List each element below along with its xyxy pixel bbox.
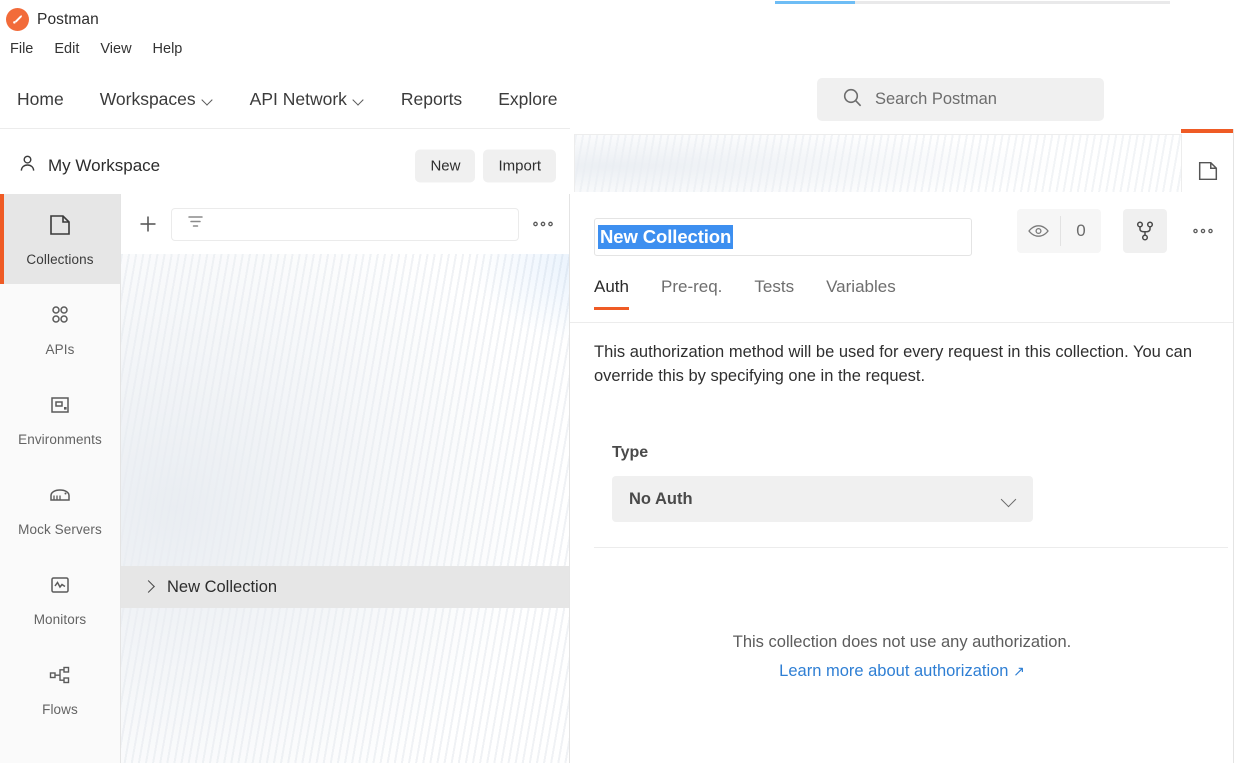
collections-list: New Collection [121, 254, 569, 763]
auth-type-value: No Auth [629, 489, 693, 508]
import-button[interactable]: Import [483, 149, 556, 182]
chevron-right-icon[interactable] [143, 582, 153, 592]
title-bar: Postman [0, 5, 1234, 34]
eye-icon[interactable] [1017, 209, 1060, 253]
nav-item-reports[interactable]: Reports [401, 89, 462, 110]
sidebar-item-flows[interactable]: Flows [0, 644, 120, 734]
auth-type-select[interactable]: No Auth [612, 476, 1033, 522]
menu-item-file[interactable]: File [10, 39, 44, 59]
sidebar-rail: Collections APIs Environments Mock Serve… [0, 194, 121, 763]
auth-description: This authorization method will be used f… [594, 343, 1193, 385]
nav-item-home-label: Home [17, 89, 64, 109]
workspace-header: My Workspace New Import [0, 137, 570, 194]
flows-icon [47, 662, 73, 693]
collection-name-label: New Collection [167, 577, 278, 596]
mock-servers-icon [47, 482, 73, 513]
collections-icon [47, 212, 73, 243]
progress-fill [775, 1, 855, 4]
workspace-actions: New Import [415, 149, 556, 182]
filter-icon [186, 212, 205, 236]
monitors-icon [47, 572, 73, 603]
nav-item-workspaces[interactable]: Workspaces [100, 89, 214, 110]
active-tab-indicator [1181, 129, 1233, 133]
menu-item-help[interactable]: Help [153, 39, 194, 59]
open-tabs-strip [574, 129, 1233, 192]
chevron-down-icon [1002, 492, 1016, 506]
tab-tests[interactable]: Tests [754, 277, 794, 310]
apis-icon [47, 302, 73, 333]
sidebar-item-flows-label: Flows [42, 701, 78, 717]
nav-divider [0, 128, 570, 129]
nav-item-workspaces-label: Workspaces [99, 89, 196, 109]
collections-more-icon[interactable] [529, 211, 557, 237]
list-item[interactable]: New Collection [121, 566, 569, 608]
environments-icon [47, 392, 73, 423]
learn-more-link-label: Learn more about authorization [779, 662, 1009, 680]
collections-toolbar [121, 194, 569, 254]
user-icon [18, 154, 37, 178]
external-link-icon: ↗ [1013, 663, 1025, 679]
nav-item-api-network[interactable]: API Network [250, 89, 365, 110]
nav-item-home[interactable]: Home [17, 89, 64, 110]
menu-item-view[interactable]: View [100, 39, 142, 59]
panel-watermark [121, 254, 569, 763]
sidebar-item-collections-label: Collections [26, 251, 94, 267]
nav-items-group: Home Workspaces API Network Reports Expl… [0, 89, 594, 110]
sidebar-item-history[interactable] [0, 734, 120, 763]
collection-name-input[interactable]: New Collection [594, 218, 972, 256]
collections-panel: New Collection [121, 194, 570, 763]
collection-tabs: Auth Pre-req. Tests Variables [594, 277, 896, 310]
auth-empty-note: This collection does not use any authori… [732, 633, 1072, 651]
collections-filter-input[interactable] [171, 207, 519, 241]
tabs-divider [570, 322, 1234, 323]
chevron-down-icon [203, 95, 214, 106]
search-input[interactable]: Search Postman [817, 78, 1104, 121]
nav-item-explore[interactable]: Explore [498, 89, 557, 110]
collection-more-icon[interactable] [1181, 209, 1225, 253]
sidebar-item-environments[interactable]: Environments [0, 374, 120, 464]
sidebar-item-apis-label: APIs [45, 341, 75, 357]
sidebar-item-environments-label: Environments [18, 431, 102, 447]
workspace-identity[interactable]: My Workspace [0, 154, 160, 178]
watch-control[interactable]: 0 [1017, 209, 1101, 253]
sidebar-item-apis[interactable]: APIs [0, 284, 120, 374]
collection-icon[interactable] [1185, 148, 1230, 193]
search-icon [842, 87, 863, 113]
plus-icon[interactable] [135, 211, 161, 237]
section-divider [594, 547, 1228, 548]
sidebar-item-monitors[interactable]: Monitors [0, 554, 120, 644]
menu-bar: File Edit View Help [0, 36, 1234, 62]
type-label: Type [612, 444, 649, 461]
nav-item-api-network-label: API Network [249, 89, 347, 109]
collection-detail-pane: New Collection 0 Auth Pre-req. Tests Var… [570, 129, 1234, 763]
postman-logo-icon [6, 8, 29, 31]
chevron-down-icon [354, 95, 365, 106]
workspace-name: My Workspace [48, 155, 161, 175]
menu-item-edit[interactable]: Edit [54, 39, 90, 59]
watch-count: 0 [1076, 221, 1086, 240]
collection-name-value: New Collection [598, 225, 734, 249]
new-button[interactable]: New [415, 149, 476, 182]
postman-app-window: Postman File Edit View Help Home Workspa… [0, 0, 1234, 763]
nav-item-reports-label: Reports [400, 89, 463, 109]
tab-auth[interactable]: Auth [594, 277, 629, 310]
sidebar-item-mock-servers-label: Mock Servers [18, 521, 102, 537]
sidebar-item-collections[interactable]: Collections [0, 194, 120, 284]
collection-actions: 0 [1017, 209, 1225, 253]
learn-more-link[interactable]: Learn more about authorization ↗ [570, 662, 1234, 681]
sidebar-item-monitors-label: Monitors [33, 611, 87, 627]
nav-item-explore-label: Explore [498, 89, 558, 109]
tab-variables[interactable]: Variables [826, 277, 896, 310]
fork-icon[interactable] [1123, 209, 1167, 253]
app-title: Postman [37, 10, 99, 28]
tab-pre-req[interactable]: Pre-req. [661, 277, 722, 310]
sidebar-item-mock-servers[interactable]: Mock Servers [0, 464, 120, 554]
search-placeholder: Search Postman [875, 90, 997, 108]
